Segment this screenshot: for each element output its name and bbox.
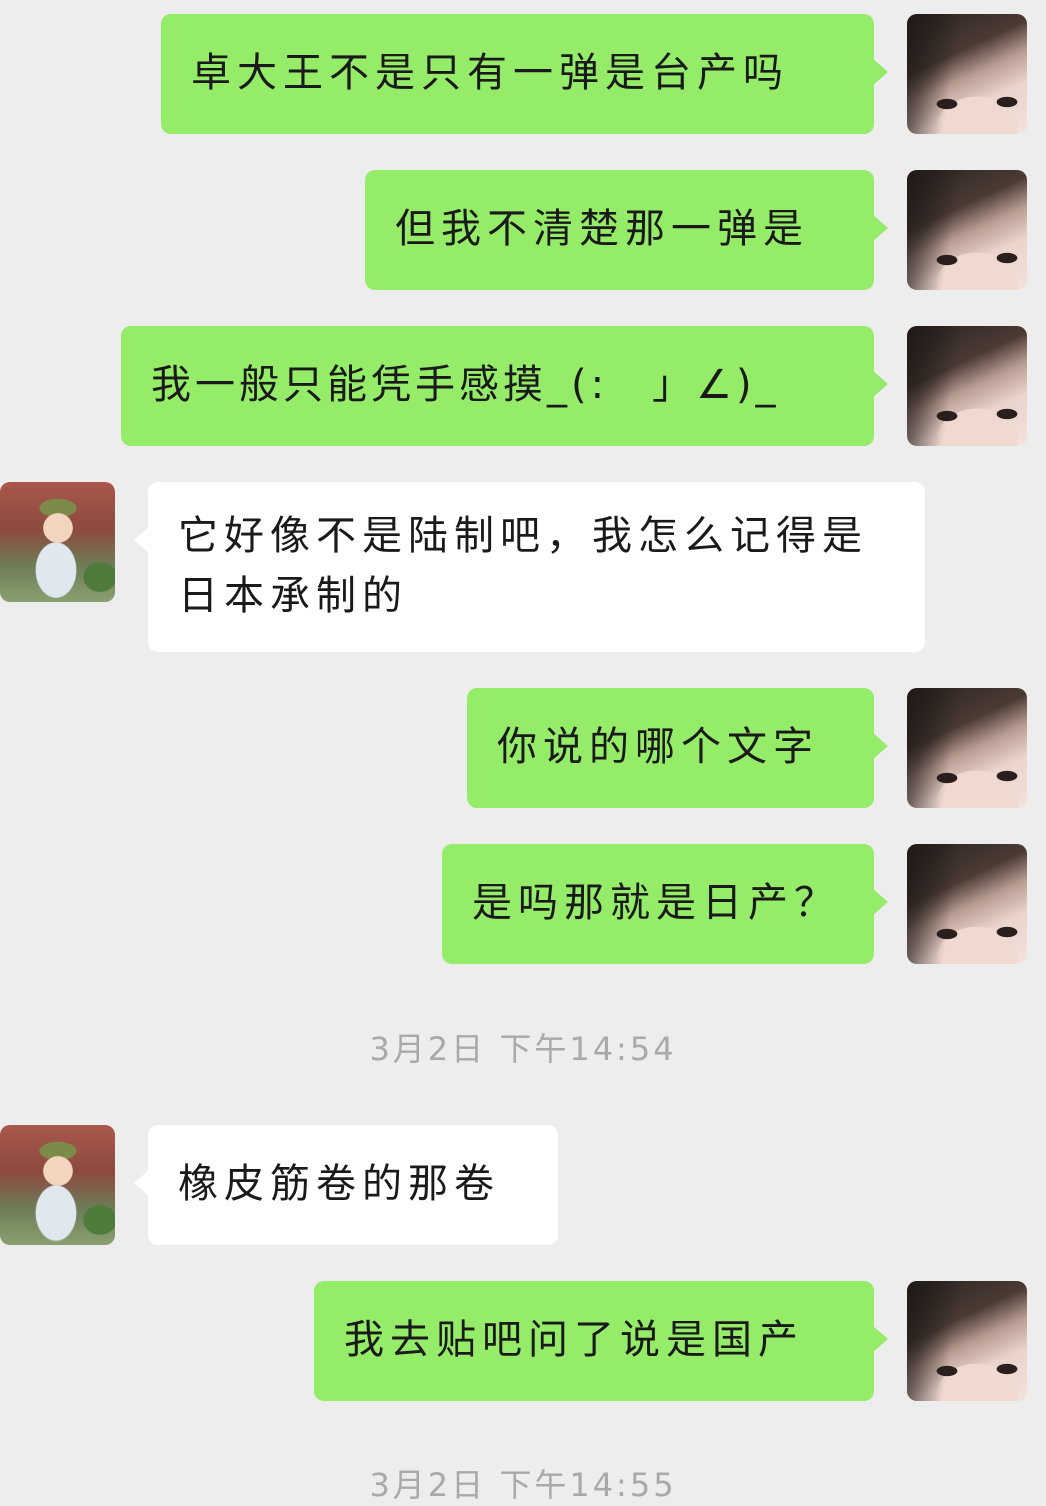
self-avatar[interactable] [907,1281,1027,1401]
message-row: 我去贴吧问了说是国产 [0,1281,1046,1401]
chat-area[interactable]: 卓大王不是只有一弹是台产吗 但我不清楚那一弹是 我一般只能凭手感摸_(: 」∠)… [0,0,1046,1504]
timestamp: 3月2日 下午14:54 [369,1030,677,1068]
self-avatar[interactable] [907,170,1027,290]
contact-avatar[interactable] [0,1125,115,1245]
message-bubble-other[interactable]: 它好像不是陆制吧，我怎么记得是日本承制的 [134,482,925,652]
contact-avatar[interactable] [0,482,115,602]
message-bubble-self[interactable]: 我去贴吧问了说是国产 [314,1281,888,1401]
self-avatar[interactable] [907,688,1027,808]
message-row: 是吗那就是日产？ [0,844,1046,964]
message-bubble-other[interactable]: 橡皮筋卷的那卷 [134,1125,558,1245]
self-avatar[interactable] [907,844,1027,964]
timestamp: 3月2日 下午14:55 [369,1466,677,1504]
message-bubble-self[interactable]: 但我不清楚那一弹是 [365,170,888,290]
message-row: 我一般只能凭手感摸_(: 」∠)_ [0,326,1046,446]
message-row: 它好像不是陆制吧，我怎么记得是日本承制的 [0,482,1046,652]
message-row: 但我不清楚那一弹是 [0,170,1046,290]
self-avatar[interactable] [907,14,1027,134]
self-avatar[interactable] [907,326,1027,446]
message-row: 橡皮筋卷的那卷 [0,1125,1046,1245]
message-bubble-self[interactable]: 你说的哪个文字 [467,688,888,808]
message-bubble-self[interactable]: 我一般只能凭手感摸_(: 」∠)_ [121,326,888,446]
message-row: 卓大王不是只有一弹是台产吗 [0,14,1046,134]
message-bubble-self[interactable]: 是吗那就是日产？ [442,844,888,964]
message-row: 你说的哪个文字 [0,688,1046,808]
message-bubble-self[interactable]: 卓大王不是只有一弹是台产吗 [161,14,888,134]
